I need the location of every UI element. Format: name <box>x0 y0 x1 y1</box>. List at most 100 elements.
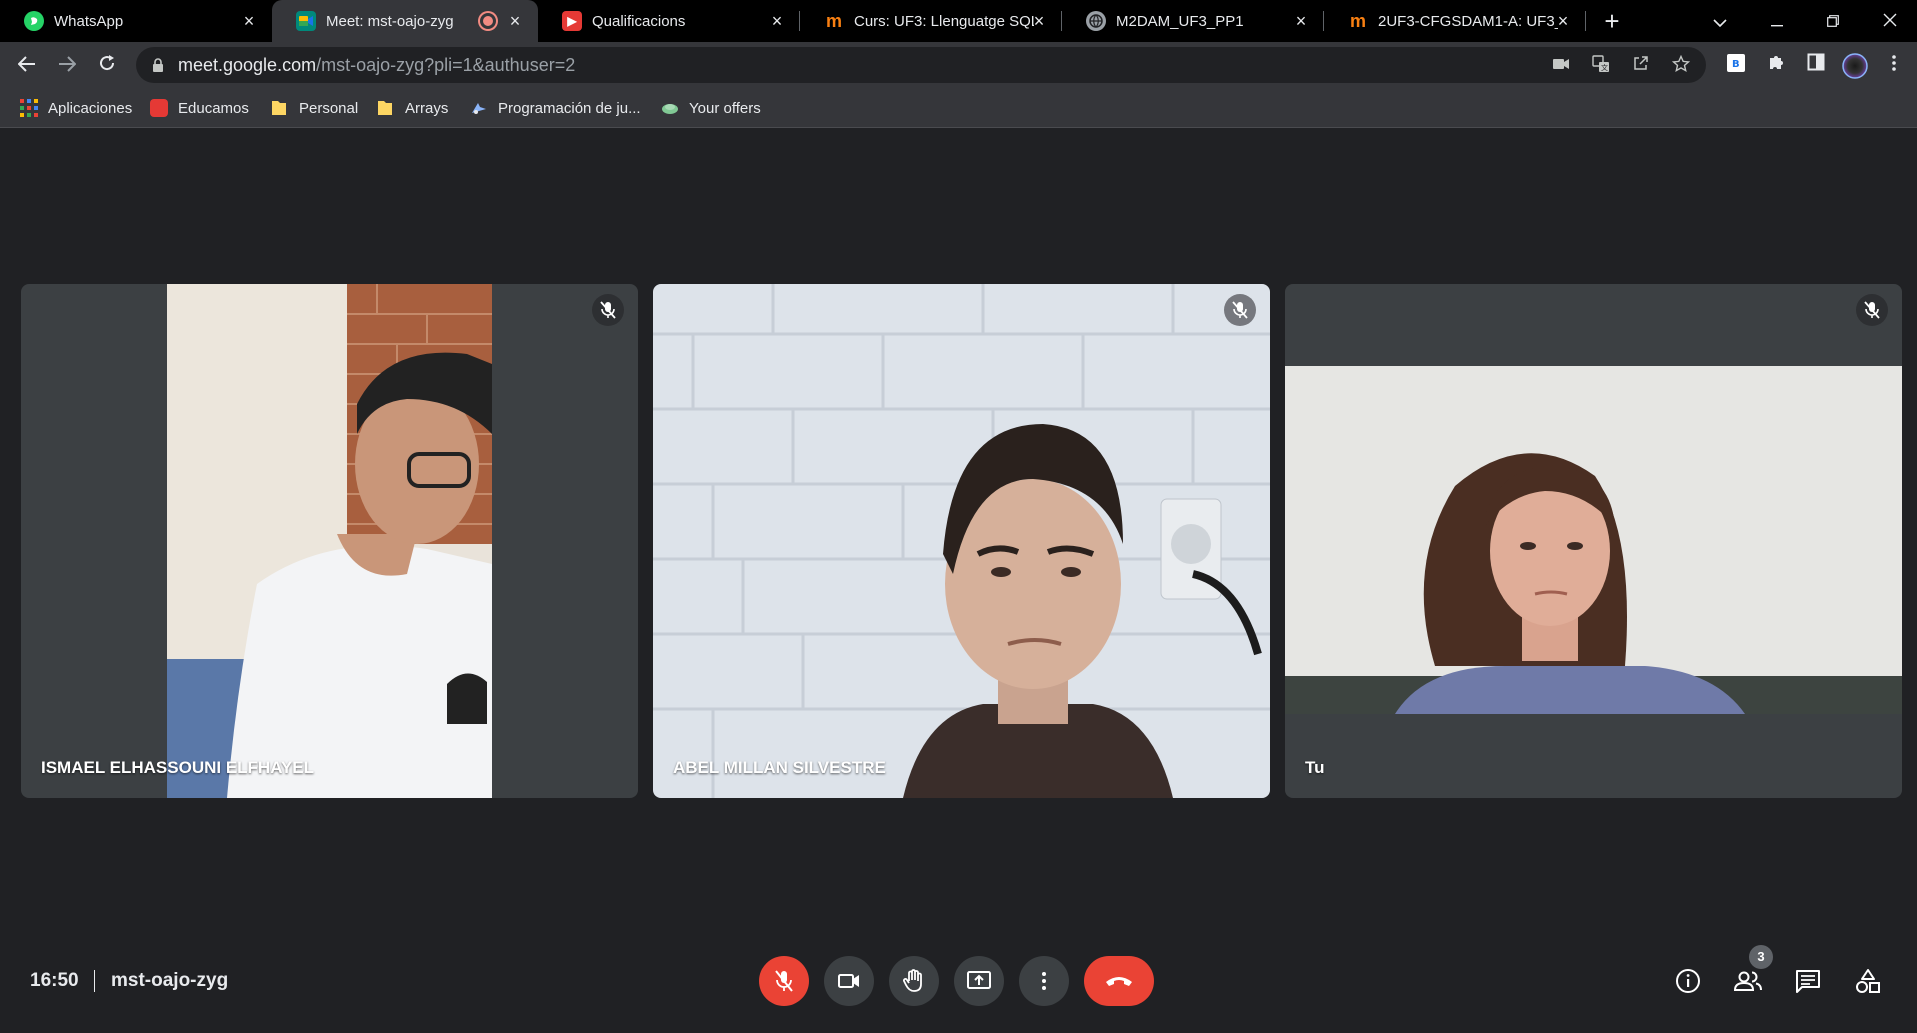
lock-icon[interactable] <box>152 58 166 72</box>
tab-label: 2UF3-CFGSDAM1-A: UF3_P <box>1378 12 1558 30</box>
recording-indicator-icon <box>480 13 496 29</box>
activities-button[interactable] <box>1851 964 1885 998</box>
bookmark-aplicaciones[interactable]: Aplicaciones <box>20 96 132 120</box>
tab-qualificacions[interactable]: ▶ Qualificacions × <box>538 0 800 42</box>
folder-icon <box>377 99 395 117</box>
url-host: meet.google.com <box>178 54 317 75</box>
info-icon <box>1676 969 1700 993</box>
svg-text:B: B <box>1732 59 1740 70</box>
meeting-clock: 16:50 <box>30 970 79 991</box>
participant-tile-ismael[interactable]: ISMAEL ELHASSOUNI ELFHAYEL <box>21 284 638 798</box>
bookmark-label: Personal <box>299 99 359 117</box>
folder-icon <box>271 99 289 117</box>
participant-video <box>653 284 1270 798</box>
gamepad-icon <box>470 99 488 117</box>
people-icon <box>1733 971 1762 991</box>
camera-in-use-icon[interactable] <box>1550 55 1572 77</box>
restore-window-icon[interactable] <box>1818 6 1848 36</box>
close-tab-icon[interactable]: × <box>768 12 786 30</box>
tab-label: Meet: mst-oajo-zyg <box>326 12 454 30</box>
offers-icon <box>661 99 679 117</box>
back-arrow-icon[interactable] <box>12 50 42 80</box>
bookmark-label: Arrays <box>405 99 449 117</box>
url-path: /mst-oajo-zyg?pli=1&authuser=2 <box>316 54 576 75</box>
extension-b-icon[interactable]: B <box>1724 53 1748 77</box>
tab-label: M2DAM_UF3_PP1 <box>1116 12 1244 30</box>
participant-video <box>167 284 492 798</box>
chat-button[interactable] <box>1791 964 1825 998</box>
close-tab-icon[interactable]: × <box>506 12 524 30</box>
browser-menu-kebab-icon[interactable] <box>1882 53 1906 77</box>
bookmark-programacion[interactable]: Programación de ju... <box>470 96 641 120</box>
tab-search-chevron-icon[interactable] <box>1705 6 1735 36</box>
close-tab-icon[interactable]: × <box>240 12 258 30</box>
leave-call-button[interactable] <box>1084 956 1154 1006</box>
side-panel-icon[interactable] <box>1804 53 1828 77</box>
toggle-microphone-button[interactable] <box>759 956 809 1006</box>
bookmark-label: Your offers <box>689 99 761 117</box>
show-everyone-button[interactable] <box>1731 964 1765 998</box>
profile-avatar-icon[interactable] <box>1842 53 1868 79</box>
participant-name: ABEL MILLAN SILVESTRE <box>673 758 886 777</box>
more-options-button[interactable] <box>1019 956 1069 1006</box>
bookmarks-bar: Aplicaciones Educamos Personal Arrays Pr… <box>0 88 1917 128</box>
share-icon[interactable] <box>1630 55 1652 77</box>
tab-label: Qualificacions <box>592 12 686 30</box>
moodle-icon: m <box>825 10 842 31</box>
muted-mic-icon <box>1856 294 1888 326</box>
more-vert-icon <box>1042 972 1046 990</box>
svg-text:文: 文 <box>1601 63 1608 72</box>
present-icon <box>967 971 991 989</box>
reload-icon[interactable] <box>92 50 122 80</box>
address-bar[interactable]: meet.google.com/mst-oajo-zyg?pli=1&authu… <box>136 47 1706 83</box>
participant-count-badge: 3 <box>1749 945 1773 969</box>
meeting-controls-bar: 16:50 mst-oajo-zyg <box>0 940 1917 1030</box>
mic-off-icon <box>775 970 793 992</box>
tab-whatsapp[interactable]: WhatsApp × <box>0 0 272 42</box>
tab-m2dam[interactable]: M2DAM_UF3_PP1 × <box>1062 0 1324 42</box>
tab-label: WhatsApp <box>54 12 124 30</box>
close-tab-icon[interactable]: × <box>1554 12 1572 30</box>
tab-curs-uf3[interactable]: m Curs: UF3: Llenguatge SQL: × <box>800 0 1062 42</box>
bookmark-label: Programación de ju... <box>498 99 641 117</box>
participant-name: Tu <box>1305 758 1325 777</box>
meeting-code: mst-oajo-zyg <box>111 970 229 991</box>
divider <box>94 970 95 992</box>
close-tab-icon[interactable]: × <box>1030 12 1048 30</box>
bookmark-label: Educamos <box>178 99 249 117</box>
browser-toolbar: meet.google.com/mst-oajo-zyg?pli=1&authu… <box>0 42 1917 88</box>
muted-mic-icon <box>1224 294 1256 326</box>
chat-icon <box>1796 970 1820 993</box>
forward-arrow-icon[interactable] <box>52 50 82 80</box>
tab-2uf3[interactable]: m 2UF3-CFGSDAM1-A: UF3_P × <box>1324 0 1586 42</box>
translate-icon[interactable]: 文 <box>1590 55 1612 77</box>
google-meet-icon <box>296 11 316 31</box>
bookmark-label: Aplicaciones <box>48 99 133 117</box>
globe-icon <box>1086 11 1106 31</box>
bookmark-star-icon[interactable] <box>1670 54 1692 77</box>
raise-hand-button[interactable] <box>889 956 939 1006</box>
minimize-window-icon[interactable] <box>1762 6 1792 36</box>
new-tab-button[interactable]: + <box>1598 7 1626 35</box>
apps-grid-icon <box>20 99 38 117</box>
participant-tile-self[interactable]: Tu <box>1285 284 1902 798</box>
extensions-puzzle-icon[interactable] <box>1764 53 1788 77</box>
self-video-preview <box>1285 366 1902 714</box>
close-tab-icon[interactable]: × <box>1292 12 1310 30</box>
bookmark-educamos[interactable]: Educamos <box>150 96 249 120</box>
tab-label: Curs: UF3: Llenguatge SQL: <box>854 12 1034 30</box>
moodle-icon: m <box>1349 10 1366 31</box>
bookmark-your-offers[interactable]: Your offers <box>661 96 761 120</box>
red-app-icon: ▶ <box>562 11 582 31</box>
toggle-camera-button[interactable] <box>824 956 874 1006</box>
educamos-icon <box>150 99 168 117</box>
bookmark-arrays[interactable]: Arrays <box>377 96 448 120</box>
meeting-details-button[interactable] <box>1671 964 1705 998</box>
present-screen-button[interactable] <box>954 956 1004 1006</box>
tab-separator <box>1585 11 1586 31</box>
close-window-icon[interactable] <box>1875 6 1905 36</box>
participant-tile-abel[interactable]: ABEL MILLAN SILVESTRE <box>653 284 1270 798</box>
tab-meet[interactable]: Meet: mst-oajo-zyg × <box>272 0 538 42</box>
bookmark-personal[interactable]: Personal <box>271 96 358 120</box>
participant-name: ISMAEL ELHASSOUNI ELFHAYEL <box>41 758 314 777</box>
